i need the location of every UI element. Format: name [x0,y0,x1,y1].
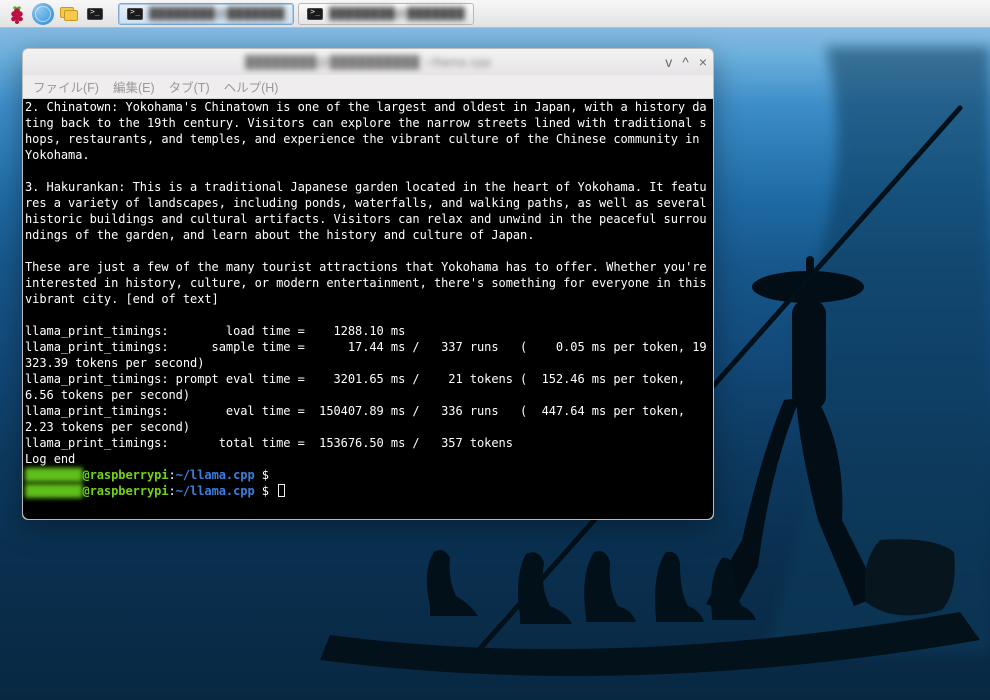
window-minimize-button[interactable]: v [665,55,672,69]
browser-launcher-icon[interactable] [32,3,54,25]
file-manager-launcher-icon[interactable] [58,3,80,25]
taskbar-item-label: ████████@███████ [329,8,465,20]
window-titlebar[interactable]: ████████@██████████ ~/llama.cpp v ^ × [23,49,713,75]
taskbar-item-label: ████████@███████ [149,8,285,20]
window-menubar: ファイル(F) 編集(E) タブ(T) ヘルプ(H) [23,75,713,99]
terminal-launcher-icon[interactable] [84,3,106,25]
terminal-output[interactable]: 2. Chinatown: Yokohama's Chinatown is on… [23,99,713,519]
window-controls: v ^ × [665,49,707,75]
taskbar-item-terminal-2[interactable]: ████████@███████ [298,3,474,25]
taskbar: ████████@███████ ████████@███████ [0,0,990,28]
menu-tab[interactable]: タブ(T) [169,77,210,96]
window-close-button[interactable]: × [699,55,707,69]
terminal-icon [307,8,323,20]
window-maximize-button[interactable]: ^ [682,55,689,69]
window-title: ████████@██████████ ~/llama.cpp [245,55,491,69]
menu-edit[interactable]: 編集(E) [113,77,155,96]
terminal-window: ████████@██████████ ~/llama.cpp v ^ × ファ… [22,48,714,520]
taskbar-item-terminal-1[interactable]: ████████@███████ [118,3,294,25]
raspberry-menu-icon[interactable] [6,3,28,25]
menu-help[interactable]: ヘルプ(H) [224,77,279,96]
menu-file[interactable]: ファイル(F) [33,77,99,96]
terminal-icon [127,8,143,20]
